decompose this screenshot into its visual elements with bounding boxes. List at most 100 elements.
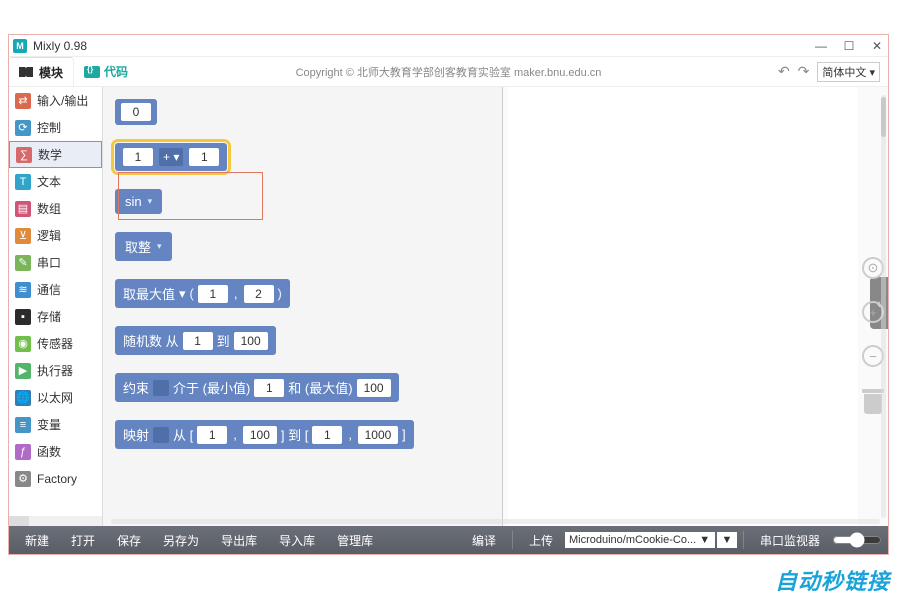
- bottom-toolbar: 新建 打开 保存 另存为 导出库 导入库 管理库 编译 上传 Microduin…: [9, 526, 888, 554]
- map-from-high[interactable]: [243, 426, 277, 444]
- canvas[interactable]: [508, 87, 858, 526]
- sidebar-hscroll[interactable]: [9, 516, 102, 526]
- category-icon: ∑: [16, 147, 32, 163]
- rand-to[interactable]: [234, 332, 268, 350]
- block-trig[interactable]: sin▾: [115, 189, 490, 214]
- operator-select[interactable]: + ▾: [159, 148, 183, 166]
- sidebar-item-label: 以太网: [37, 389, 73, 406]
- category-icon: ⇄: [15, 93, 31, 109]
- tab-code[interactable]: 代码: [74, 63, 138, 80]
- header: 模块 代码 Copyright © 北师大教育学部创客教育实验室 maker.b…: [9, 57, 888, 87]
- category-icon: ▶: [15, 363, 31, 379]
- block-flyout: + ▾ sin▾ 取整▾ 取最大值▾ ( ,: [103, 87, 503, 526]
- sidebar-item-Factory[interactable]: ⚙ Factory: [9, 465, 102, 492]
- sidebar-item-文本[interactable]: T 文本: [9, 168, 102, 195]
- new-button[interactable]: 新建: [15, 529, 59, 552]
- sidebar-item-label: 数学: [38, 146, 62, 163]
- max-b[interactable]: [244, 285, 274, 303]
- import-button[interactable]: 导入库: [269, 529, 325, 552]
- block-floor[interactable]: 取整▾: [115, 232, 490, 261]
- sidebar-item-传感器[interactable]: ◉ 传感器: [9, 330, 102, 357]
- block-constrain[interactable]: 约束 介于 (最小值) 和 (最大值): [115, 373, 490, 402]
- monitor-button[interactable]: 串口监视器: [750, 529, 830, 552]
- tab-modules-label: 模块: [39, 64, 63, 81]
- code-icon: [84, 66, 100, 78]
- port-select[interactable]: ▼: [717, 532, 737, 548]
- max-a[interactable]: [198, 285, 228, 303]
- sidebar-item-逻辑[interactable]: ⊻逻辑: [9, 222, 102, 249]
- sidebar-item-以太网[interactable]: 🌐 以太网: [9, 384, 102, 411]
- sidebar-item-数学[interactable]: ∑ 数学: [9, 141, 102, 168]
- block-number[interactable]: [115, 99, 490, 125]
- block-max[interactable]: 取最大值▾ ( , ): [115, 279, 490, 308]
- map-from-low[interactable]: [197, 426, 227, 444]
- sidebar-item-label: Factory: [37, 472, 77, 486]
- sidebar-item-label: 执行器: [37, 362, 73, 379]
- zoom-slider[interactable]: [832, 532, 882, 548]
- sidebar-item-串口[interactable]: ✎ 串口: [9, 249, 102, 276]
- open-button[interactable]: 打开: [61, 529, 105, 552]
- sidebar-item-label: 输入/输出: [37, 92, 88, 109]
- category-icon: ▪: [15, 309, 31, 325]
- category-sidebar: ⇄ 输入/输出 ⟳ 控制 ∑ 数学 T 文本 ▤ 数组 ⊻逻辑 ✎ 串口 ≋通信▪存储 ◉ 传感器 ▶ 执行器 🌐 以…: [9, 87, 103, 526]
- saveas-button[interactable]: 另存为: [153, 529, 209, 552]
- category-icon: ƒ: [15, 444, 31, 460]
- map-to-low[interactable]: [312, 426, 342, 444]
- chevron-down-icon[interactable]: ▾: [179, 286, 186, 302]
- language-select[interactable]: 简体中文 ▾: [817, 62, 880, 82]
- workspace[interactable]: + ▾ sin▾ 取整▾ 取最大值▾ ( ,: [103, 87, 888, 526]
- category-icon: ▤: [15, 201, 31, 217]
- maximize-icon[interactable]: ☐: [842, 39, 856, 53]
- sidebar-item-变量[interactable]: ≡变量: [9, 411, 102, 438]
- category-icon: ✎: [15, 255, 31, 271]
- close-icon[interactable]: ✕: [870, 39, 884, 53]
- save-button[interactable]: 保存: [107, 529, 151, 552]
- sidebar-item-label: 逻辑: [37, 227, 61, 244]
- map-to-high[interactable]: [358, 426, 398, 444]
- sidebar-item-控制[interactable]: ⟳ 控制: [9, 114, 102, 141]
- number-input[interactable]: [121, 103, 151, 121]
- block-random[interactable]: 随机数 从 到: [115, 326, 490, 355]
- sidebar-item-数组[interactable]: ▤ 数组: [9, 195, 102, 222]
- sidebar-item-存储[interactable]: ▪存储: [9, 303, 102, 330]
- constrain-max[interactable]: [357, 379, 391, 397]
- undo-icon[interactable]: ↶: [778, 63, 790, 80]
- sidebar-item-通信[interactable]: ≋通信: [9, 276, 102, 303]
- compile-button[interactable]: 编译: [462, 529, 506, 552]
- title-bar: M Mixly 0.98 — ☐ ✕: [9, 35, 888, 57]
- sidebar-item-执行器[interactable]: ▶ 执行器: [9, 357, 102, 384]
- sidebar-item-输入/输出[interactable]: ⇄ 输入/输出: [9, 87, 102, 114]
- rand-from[interactable]: [183, 332, 213, 350]
- sidebar-item-函数[interactable]: ƒ函数: [9, 438, 102, 465]
- chevron-down-icon[interactable]: ▾: [157, 241, 162, 252]
- v-scrollbar[interactable]: [881, 95, 886, 518]
- sidebar-item-label: 串口: [37, 254, 61, 271]
- manage-button[interactable]: 管理库: [327, 529, 383, 552]
- minimize-icon[interactable]: —: [814, 39, 828, 53]
- math-operand-a[interactable]: [123, 148, 153, 166]
- sidebar-item-label: 数组: [37, 200, 61, 217]
- block-map[interactable]: 映射 从 [ , ] 到 [ , ]: [115, 420, 490, 449]
- app-icon: M: [13, 39, 27, 53]
- export-button[interactable]: 导出库: [211, 529, 267, 552]
- constrain-min[interactable]: [254, 379, 284, 397]
- tab-modules[interactable]: 模块: [9, 57, 74, 86]
- category-icon: 🌐: [15, 390, 31, 406]
- math-operand-b[interactable]: [189, 148, 219, 166]
- window-title: Mixly 0.98: [33, 39, 87, 53]
- board-select[interactable]: Microduino/mCookie-Co... ▼: [565, 532, 715, 548]
- copyright-text: Copyright © 北师大教育学部创客教育实验室 maker.bnu.edu…: [296, 64, 602, 80]
- sidebar-item-label: 传感器: [37, 335, 73, 352]
- category-icon: ≋: [15, 282, 31, 298]
- upload-button[interactable]: 上传: [519, 529, 563, 552]
- chevron-down-icon[interactable]: ▾: [148, 196, 153, 207]
- sidebar-item-label: 文本: [37, 173, 61, 190]
- category-icon: ⟳: [15, 120, 31, 136]
- category-icon: ◉: [15, 336, 31, 352]
- h-scrollbar[interactable]: [111, 519, 880, 524]
- category-icon: T: [15, 174, 31, 190]
- block-arithmetic[interactable]: + ▾: [115, 143, 490, 171]
- category-icon: ⚙: [15, 471, 31, 487]
- sidebar-item-label: 控制: [37, 119, 61, 136]
- redo-icon[interactable]: ↷: [798, 63, 810, 80]
